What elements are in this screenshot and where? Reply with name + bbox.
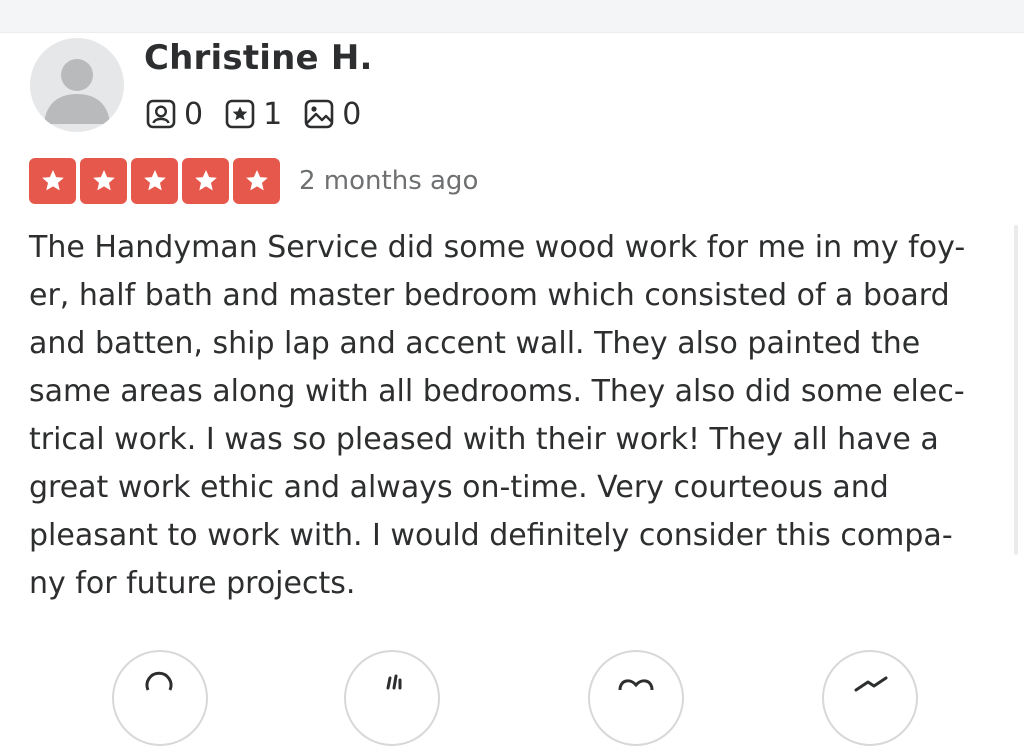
reaction-buttons	[0, 650, 1024, 746]
thanks-button[interactable]	[344, 650, 440, 746]
rating-star	[182, 158, 229, 204]
reviews-icon	[225, 99, 255, 129]
rating-row: 2 months ago	[29, 158, 478, 204]
thanks-icon	[386, 674, 402, 690]
reviews-count: 1	[263, 96, 283, 132]
photos-stat: 0	[304, 97, 361, 132]
review-line: pleasant to work with. I would definitel…	[29, 518, 953, 553]
review-text: The Handyman Service did some wood work …	[29, 224, 999, 608]
friends-icon	[146, 99, 176, 129]
review-line: same areas along with all bedrooms. They…	[29, 374, 965, 409]
top-bar	[0, 0, 1024, 33]
review-line: great work ethic and always on-time. Ver…	[29, 470, 889, 505]
oh-no-icon	[854, 676, 888, 692]
star-rating	[29, 158, 284, 204]
star-icon	[194, 169, 217, 191]
default-user-avatar-icon	[44, 59, 110, 124]
reviewer-name[interactable]: Christine H.	[144, 38, 373, 78]
rating-star	[29, 158, 76, 204]
love-button[interactable]	[588, 650, 684, 746]
photos-count: 0	[342, 96, 362, 132]
review-line: er, half bath and master bedroom which c…	[29, 278, 950, 313]
rating-star	[131, 158, 178, 204]
star-icon	[92, 169, 115, 191]
star-icon	[143, 169, 166, 191]
oh-no-button[interactable]	[822, 650, 918, 746]
review-line: ny for future projects.	[29, 566, 356, 601]
review-line: The Handyman Service did some wood work …	[29, 230, 966, 265]
helpful-icon	[145, 671, 173, 691]
love-icon	[618, 679, 654, 691]
avatar[interactable]	[30, 38, 124, 132]
reviews-stat: 1	[225, 97, 282, 132]
friends-stat: 0	[146, 97, 203, 132]
star-icon	[41, 169, 64, 191]
reviewer-stats: 0 1 0	[146, 96, 383, 132]
review-line: and batten, ship lap and accent wall. Th…	[29, 326, 921, 361]
rating-star	[80, 158, 127, 204]
scrollbar[interactable]	[1014, 225, 1018, 555]
review-line: trical work. I was so pleased with their…	[29, 422, 939, 457]
review-date: 2 months ago	[299, 166, 479, 196]
friends-count: 0	[184, 96, 204, 132]
rating-star	[233, 158, 280, 204]
star-icon	[245, 169, 268, 191]
photos-icon	[304, 99, 334, 129]
helpful-button[interactable]	[112, 650, 208, 746]
